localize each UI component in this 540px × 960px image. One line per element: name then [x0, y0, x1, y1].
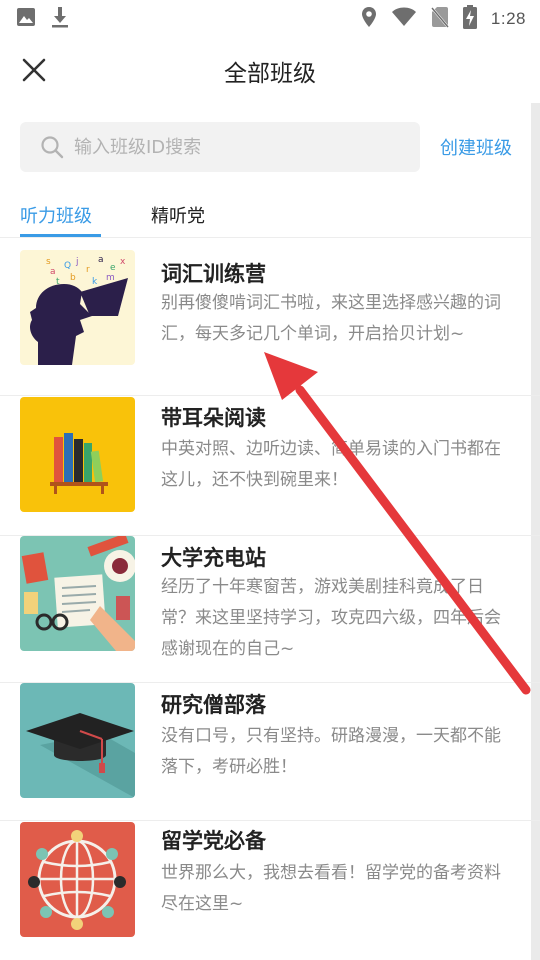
svg-text:x: x	[120, 257, 126, 267]
class-title: 大学充电站	[161, 546, 266, 570]
class-thumbnail-college	[20, 536, 135, 651]
class-description: 中英对照、边听边读、简单易读的入门书都在这儿，还不快到碗里来！	[161, 439, 501, 490]
search-icon	[41, 136, 64, 159]
search-box[interactable]	[20, 122, 420, 172]
svg-text:t: t	[56, 277, 60, 287]
class-title: 带耳朵阅读	[161, 406, 266, 430]
list-item[interactable]: 留学党必备 世界那么大，我想去看看！留学党的备考资料尽在这里~	[0, 821, 540, 960]
search-row: 创建班级	[0, 120, 540, 174]
tab-intensive-listening[interactable]: 精听党	[151, 202, 205, 228]
tab-listening-class[interactable]: 听力班级	[20, 202, 92, 228]
download-icon	[50, 6, 70, 32]
location-icon	[361, 6, 377, 32]
svg-text:m: m	[106, 273, 115, 283]
tab-bar: 听力班级 精听党	[0, 196, 540, 238]
class-title: 研究僧部落	[161, 693, 266, 717]
battery-charging-icon	[462, 5, 477, 33]
class-description: 别再傻傻啃词汇书啦，来这里选择感兴趣的词汇，每天多记几个单词，开启拾贝计划~	[161, 293, 501, 344]
class-title: 留学党必备	[161, 829, 266, 853]
list-item[interactable]: 大学充电站 经历了十年寒窗苦，游戏美剧挂科竟成了日常？来这里坚持学习，攻克四六级…	[0, 536, 540, 683]
class-description: 世界那么大，我想去看看！留学党的备考资料尽在这里~	[161, 863, 501, 914]
class-title: 词汇训练营	[161, 262, 266, 286]
active-tab-indicator	[20, 234, 101, 237]
no-sim-icon	[430, 6, 449, 32]
list-item[interactable]: aQjraex tbkms 词汇训练营 别再傻傻啃词汇书啦，来这里选择感兴趣的词…	[0, 238, 540, 396]
class-description: 经历了十年寒窗苦，游戏美剧挂科竟成了日常？来这里坚持学习，攻克四六级，四年后会感…	[161, 577, 501, 659]
svg-text:a: a	[50, 267, 56, 277]
svg-text:k: k	[92, 277, 98, 287]
class-thumbnail-vocabulary: aQjraex tbkms	[20, 250, 135, 365]
class-thumbnail-reading	[20, 397, 135, 512]
image-icon	[16, 7, 36, 31]
create-class-button[interactable]: 创建班级	[440, 134, 512, 160]
svg-text:j: j	[75, 257, 79, 267]
svg-text:Q: Q	[64, 261, 71, 271]
svg-text:s: s	[46, 257, 51, 267]
status-bar: 1:28	[0, 0, 540, 38]
title-bar: 全部班级	[0, 38, 540, 102]
svg-text:b: b	[70, 273, 76, 283]
svg-text:e: e	[110, 263, 116, 273]
status-time: 1:28	[490, 9, 526, 28]
class-thumbnail-graduate	[20, 683, 135, 798]
list-item[interactable]: 研究僧部落 没有口号，只有坚持。研路漫漫，一天都不能落下，考研必胜！	[0, 683, 540, 821]
page-title: 全部班级	[224, 61, 316, 87]
wifi-icon	[391, 7, 417, 31]
class-description: 没有口号，只有坚持。研路漫漫，一天都不能落下，考研必胜！	[161, 726, 501, 777]
svg-text:r: r	[86, 265, 90, 275]
svg-text:a: a	[98, 255, 104, 265]
class-thumbnail-study-abroad	[20, 822, 135, 937]
search-input[interactable]	[74, 136, 394, 158]
list-item[interactable]: 带耳朵阅读 中英对照、边听边读、简单易读的入门书都在这儿，还不快到碗里来！	[0, 396, 540, 536]
